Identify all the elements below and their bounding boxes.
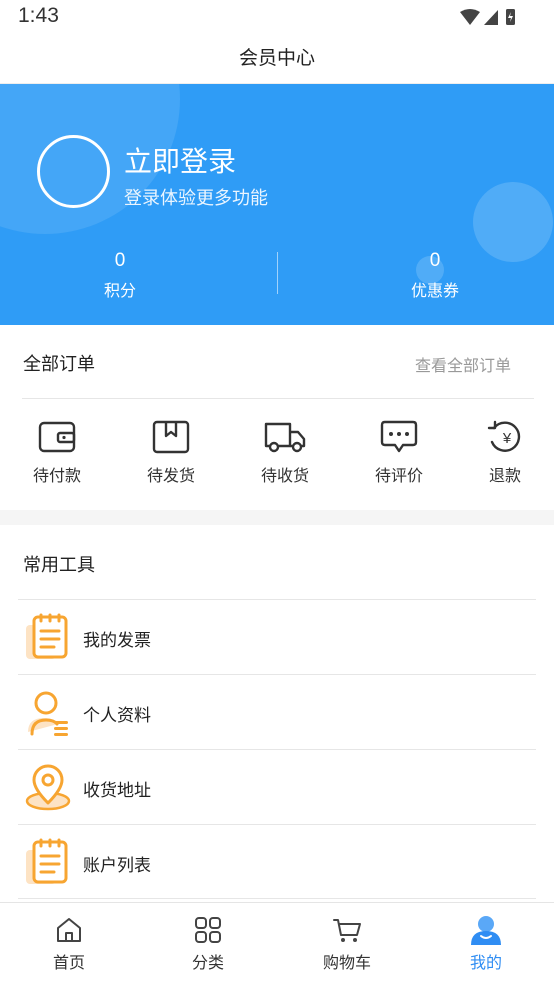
order-label: 退款 — [488, 466, 521, 485]
view-all-orders-link[interactable]: 查看全部订单 — [415, 352, 511, 376]
refund-icon: ¥ — [487, 420, 521, 452]
category-icon — [195, 917, 221, 943]
order-pending-receipt[interactable]: 待收货 — [235, 420, 335, 490]
invoice-icon — [26, 613, 68, 659]
location-icon — [25, 764, 71, 811]
home-icon — [57, 918, 81, 942]
status-icons — [460, 9, 515, 25]
coupons-value: 0 — [429, 250, 441, 271]
coupons-stat[interactable]: 0 优惠券 — [335, 250, 535, 301]
signal-icon — [484, 10, 498, 25]
tab-label: 首页 — [52, 953, 85, 972]
order-pending-payment[interactable]: 待付款 — [7, 420, 107, 490]
orders-section: 全部订单 查看全部订单 待付款 待发货 待收货 待评价 ¥ 退款 — [0, 325, 554, 510]
status-time: 1:43 — [18, 4, 59, 27]
tool-label: 我的发票 — [83, 631, 151, 651]
tab-home[interactable]: 首页 — [14, 903, 124, 984]
comment-icon — [380, 420, 418, 453]
tool-item-invoice[interactable]: 我的发票 — [18, 599, 536, 674]
stat-divider — [277, 252, 278, 294]
avatar[interactable] — [37, 135, 110, 208]
profile-icon — [28, 691, 68, 736]
user-icon — [471, 916, 501, 945]
tool-item-accounts[interactable]: 账户列表 — [18, 824, 536, 899]
page-title: 会员中心 — [238, 47, 315, 69]
wallet-icon — [38, 421, 76, 453]
order-pending-review[interactable]: 待评价 — [349, 420, 449, 490]
coupons-label: 优惠券 — [410, 281, 459, 300]
points-value: 0 — [114, 250, 126, 271]
tab-label: 我的 — [469, 953, 502, 972]
truck-icon — [264, 422, 306, 453]
order-label: 待付款 — [32, 466, 81, 485]
order-pending-shipment[interactable]: 待发货 — [121, 420, 221, 490]
order-refund[interactable]: ¥ 退款 — [455, 420, 554, 490]
tab-category[interactable]: 分类 — [153, 903, 263, 984]
divider — [22, 398, 534, 399]
nav-bar: 会员中心 — [0, 34, 554, 84]
svg-text:¥: ¥ — [502, 430, 512, 447]
tab-label: 分类 — [191, 953, 224, 972]
tool-label: 个人资料 — [83, 706, 151, 726]
box-icon — [152, 420, 190, 454]
profile-header: 立即登录 登录体验更多功能 0 积分 0 优惠券 — [0, 84, 554, 325]
account-list-icon — [26, 838, 68, 884]
login-button[interactable]: 立即登录 — [124, 140, 236, 180]
points-stat[interactable]: 0 积分 — [20, 250, 220, 301]
cart-icon — [333, 919, 361, 942]
wifi-icon — [460, 9, 480, 25]
orders-title: 全部订单 — [23, 354, 95, 375]
order-label: 待收货 — [260, 466, 309, 485]
tab-bar: 首页 分类 购物车 我的 — [0, 902, 554, 984]
login-subtitle: 登录体验更多功能 — [124, 188, 268, 209]
tool-label: 账户列表 — [83, 856, 151, 876]
tab-cart[interactable]: 购物车 — [292, 903, 402, 984]
order-label: 待评价 — [374, 466, 423, 485]
order-label: 待发货 — [146, 466, 195, 485]
tool-item-profile[interactable]: 个人资料 — [18, 674, 536, 749]
tools-section: 常用工具 我的发票 个人资料 收货地址 账户列表 — [0, 525, 554, 902]
tool-label: 收货地址 — [83, 781, 151, 801]
tab-mine[interactable]: 我的 — [431, 903, 541, 984]
tools-title: 常用工具 — [23, 555, 95, 576]
tool-item-address[interactable]: 收货地址 — [18, 749, 536, 824]
status-bar: 1:43 — [0, 0, 554, 34]
tab-label: 购物车 — [322, 953, 371, 972]
points-label: 积分 — [103, 281, 136, 300]
